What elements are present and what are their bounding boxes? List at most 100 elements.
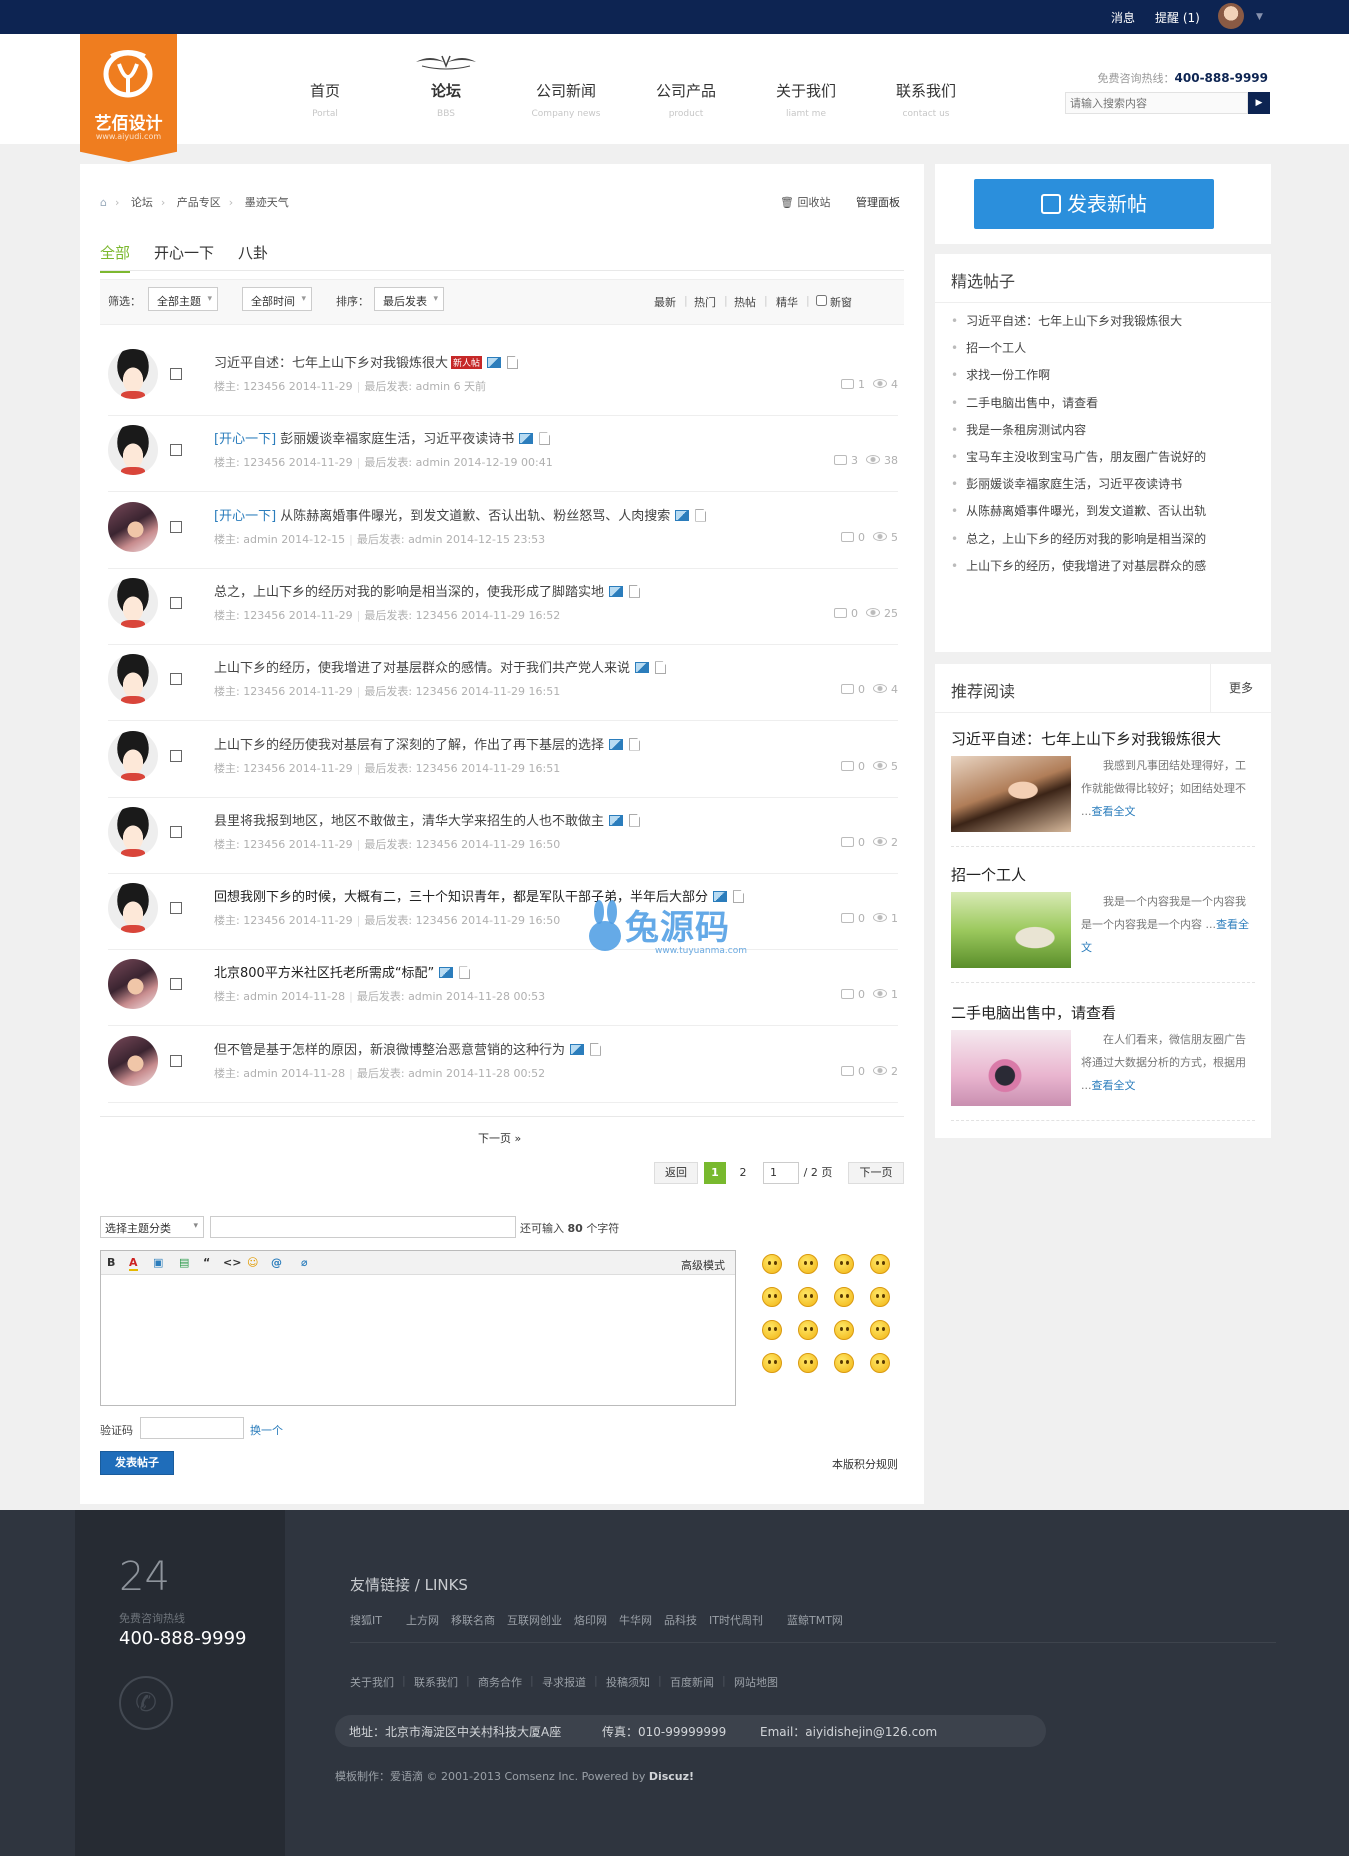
home-icon[interactable]: ⌂: [100, 196, 107, 209]
reminders-link[interactable]: 提醒 (1): [1155, 9, 1200, 26]
thread-title[interactable]: 习近平自述：七年上山下乡对我锻炼很大 新人帖: [214, 352, 519, 371]
nav-item-products[interactable]: 公司产品 product: [631, 80, 741, 119]
friend-link[interactable]: 上方网: [406, 1612, 439, 1628]
thread-title[interactable]: 总之，上山下乡的经历对我的影响是相当深的，使我形成了脚踏实地: [214, 581, 641, 600]
tab-fun[interactable]: 开心一下: [154, 242, 214, 271]
font-color-icon[interactable]: A: [129, 1256, 138, 1271]
tab-gossip[interactable]: 八卦: [238, 242, 268, 271]
avatar[interactable]: [108, 806, 158, 857]
advanced-mode-link[interactable]: 高级模式: [681, 1257, 725, 1273]
thread-row[interactable]: [开心一下] 彭丽媛谈幸福家庭生活，习近平夜读诗书 楼主: 123456 2014…: [108, 416, 898, 493]
read-more-link[interactable]: 查看全文: [1092, 805, 1136, 818]
page-1-button[interactable]: 1: [704, 1162, 726, 1184]
nav-item-bbs[interactable]: 论坛 BBS: [391, 80, 501, 119]
emoji-icon[interactable]: [762, 1254, 782, 1274]
thread-row[interactable]: 上山下乡的经历使我对基层有了深刻的了解，作出了再下基层的选择 楼主: 123456…: [108, 722, 898, 798]
emoji-icon[interactable]: [762, 1320, 782, 1340]
thread-type-select[interactable]: 选择主题分类: [100, 1216, 204, 1238]
emoji-icon[interactable]: [762, 1353, 782, 1373]
avatar[interactable]: [108, 1035, 158, 1086]
thread-checkbox[interactable]: [170, 673, 182, 686]
footer-nav-link[interactable]: 网站地图: [734, 1674, 778, 1690]
author-name[interactable]: 123456: [243, 914, 285, 927]
thread-checkbox[interactable]: [170, 520, 182, 533]
emoji-icon[interactable]: [798, 1254, 818, 1274]
thread-checkbox[interactable]: [170, 368, 182, 380]
friend-link[interactable]: IT时代周刊: [709, 1612, 763, 1628]
featured-item[interactable]: 习近平自述：七年上山下乡对我锻炼很大: [951, 312, 1251, 329]
last-poster[interactable]: admin: [416, 456, 450, 469]
emoji-icon[interactable]: [834, 1254, 854, 1274]
thread-title[interactable]: [开心一下] 从陈赫离婚事件曝光，到发文道歉、否认出轨、粉丝怒骂、人肉搜索: [214, 505, 707, 524]
featured-item[interactable]: 从陈赫离婚事件曝光，到发文道歉、否认出轨: [951, 502, 1251, 519]
last-poster[interactable]: 123456: [416, 914, 458, 927]
avatar[interactable]: [108, 577, 158, 628]
recommend-thumbnail[interactable]: [951, 892, 1071, 968]
footer-nav-link[interactable]: 关于我们: [350, 1674, 394, 1690]
thread-row[interactable]: 北京800平方米社区托老所需成“标配” 楼主: admin 2014-11-28 |…: [108, 950, 898, 1027]
last-poster[interactable]: admin: [408, 990, 442, 1003]
thread-title-text[interactable]: 县里将我报到地区，地区不敢做主，清华大学来招生的人也不敢做主: [214, 814, 604, 829]
thread-title-text[interactable]: 上山下乡的经历使我对基层有了深刻的了解，作出了再下基层的选择: [214, 738, 604, 753]
subject-input[interactable]: [210, 1216, 516, 1238]
friend-link[interactable]: 品科技: [664, 1612, 697, 1628]
emoji-icon[interactable]: [870, 1320, 890, 1340]
emoji-icon[interactable]: [834, 1287, 854, 1307]
nav-item-company-news[interactable]: 公司新闻 Company news: [511, 80, 621, 119]
recommend-thumbnail[interactable]: [951, 1030, 1071, 1106]
thread-title-text[interactable]: 北京800平方米社区托老所需成“标配”: [214, 966, 434, 981]
bold-icon[interactable]: B: [107, 1256, 115, 1269]
thread-row[interactable]: 习近平自述：七年上山下乡对我锻炼很大 新人帖 楼主: 123456 2014-11-…: [108, 340, 898, 416]
emoji-icon[interactable]: [870, 1287, 890, 1307]
submit-post-button[interactable]: 发表帖子: [100, 1451, 174, 1475]
sort-latest-link[interactable]: 最新: [654, 294, 676, 310]
emoji-icon[interactable]: [798, 1287, 818, 1307]
breadcrumb-item[interactable]: 产品专区: [177, 196, 221, 209]
emoji-icon[interactable]: [870, 1353, 890, 1373]
featured-item[interactable]: 招一个工人: [951, 339, 1251, 356]
featured-item[interactable]: 求找一份工作啊: [951, 366, 1251, 383]
nav-item-contact[interactable]: 联系我们 contact us: [871, 80, 981, 119]
read-more-link[interactable]: 查看全文: [1092, 1079, 1136, 1092]
author-name[interactable]: admin: [243, 533, 277, 546]
thread-checkbox[interactable]: [170, 978, 182, 991]
thread-title-text[interactable]: 总之，上山下乡的经历对我的影响是相当深的，使我形成了脚踏实地: [214, 585, 604, 600]
featured-item[interactable]: 彭丽媛谈幸福家庭生活，习近平夜读诗书: [951, 475, 1251, 492]
recommend-item-title[interactable]: 招一个工人: [951, 864, 1026, 885]
featured-item[interactable]: 总之，上山下乡的经历对我的影响是相当深的: [951, 530, 1251, 547]
last-poster[interactable]: 123456: [416, 685, 458, 698]
page-number-input[interactable]: 1: [763, 1162, 799, 1184]
chevron-down-icon[interactable]: ▼: [1256, 12, 1263, 22]
thread-checkbox[interactable]: [170, 444, 182, 457]
friend-link[interactable]: 烙印网: [574, 1612, 607, 1628]
thread-checkbox[interactable]: [170, 1054, 182, 1067]
thread-title-text[interactable]: 但不管是基于怎样的原因，新浪微博整治恶意营销的这种行为: [214, 1043, 565, 1058]
avatar[interactable]: [108, 883, 158, 934]
recommend-thumbnail[interactable]: [951, 756, 1071, 832]
thread-row[interactable]: [开心一下] 从陈赫离婚事件曝光，到发文道歉、否认出轨、粉丝怒骂、人肉搜索 楼主:…: [108, 493, 898, 569]
thread-checkbox[interactable]: [170, 902, 182, 915]
thread-title[interactable]: 上山下乡的经历使我对基层有了深刻的了解，作出了再下基层的选择: [214, 734, 641, 753]
messages-link[interactable]: 消息: [1111, 9, 1135, 26]
breadcrumb-item[interactable]: 论坛: [131, 196, 153, 209]
thread-title-text[interactable]: 彭丽媛谈幸福家庭生活，习近平夜读诗书: [280, 432, 514, 447]
recommend-item-title[interactable]: 习近平自述：七年上山下乡对我锻炼很大: [951, 728, 1221, 749]
thread-category[interactable]: [开心一下]: [214, 509, 276, 524]
breadcrumb-item[interactable]: 墨迹天气: [245, 196, 289, 209]
emoji-icon[interactable]: [798, 1320, 818, 1340]
emoji-icon[interactable]: [834, 1320, 854, 1340]
link-icon[interactable]: ⌀: [301, 1256, 308, 1269]
sort-hot-link[interactable]: 热门: [694, 294, 716, 310]
next-page-link[interactable]: 下一页 »: [478, 1130, 521, 1146]
footer-nav-link[interactable]: 商务合作: [478, 1674, 522, 1690]
friend-link[interactable]: 移联名商: [451, 1612, 495, 1628]
friend-link[interactable]: 蓝鲸TMT网: [787, 1612, 843, 1628]
attachment-table-icon[interactable]: ▤: [179, 1256, 189, 1269]
featured-item[interactable]: 二手电脑出售中，请查看: [951, 394, 1251, 411]
author-name[interactable]: 123456: [243, 456, 285, 469]
search-input[interactable]: [1065, 92, 1248, 114]
thread-title[interactable]: [开心一下] 彭丽媛谈幸福家庭生活，习近平夜读诗书: [214, 428, 551, 447]
next-page-button[interactable]: 下一页: [848, 1162, 904, 1184]
friend-link[interactable]: 互联网创业: [507, 1612, 562, 1628]
last-poster[interactable]: 123456: [416, 609, 458, 622]
